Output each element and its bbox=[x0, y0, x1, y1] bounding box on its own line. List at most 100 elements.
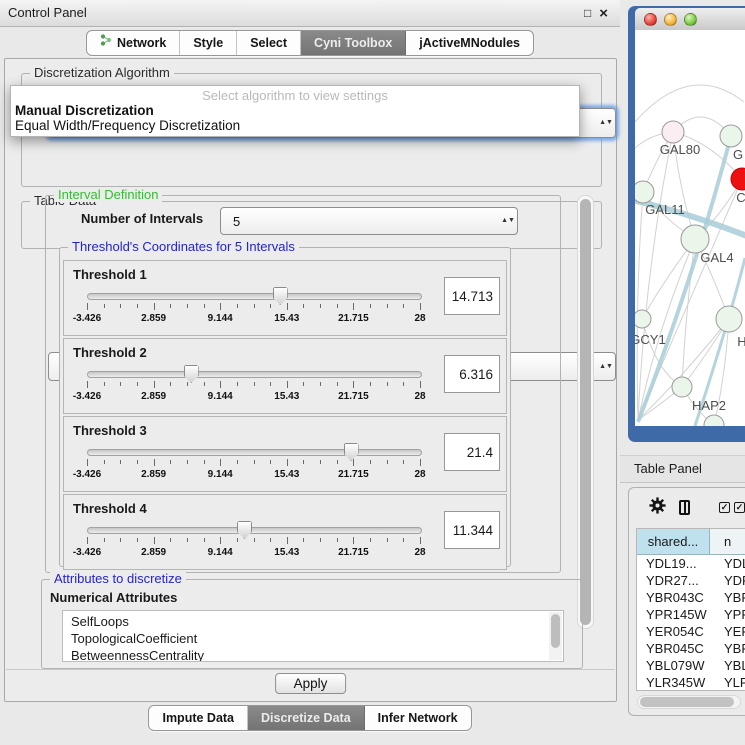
network-node[interactable] bbox=[635, 181, 654, 203]
slider-tick-labels: -3.4262.8599.14415.4321.71528 bbox=[87, 391, 420, 403]
combo-stepper-icon: ▲▼ bbox=[597, 120, 615, 126]
table-row[interactable]: YDR27...YDR2 bbox=[637, 572, 745, 589]
list-item[interactable]: BetweennessCentrality bbox=[71, 647, 563, 662]
divider bbox=[6, 669, 615, 670]
network-node-label: GAL11 bbox=[645, 202, 685, 217]
tab-cyni-toolbox[interactable]: Cyni Toolbox bbox=[301, 31, 406, 55]
threshold-slider[interactable]: -3.4262.8599.14415.4321.71528 bbox=[64, 495, 506, 569]
cyni-mode-tabs: Impute Data Discretize Data Infer Network bbox=[0, 705, 620, 731]
gear-icon[interactable] bbox=[649, 497, 666, 517]
list-item[interactable]: SelfLoops bbox=[71, 613, 563, 630]
cell-shared-name: YBL079W bbox=[637, 657, 710, 674]
number-of-intervals-select[interactable]: 5 ▲▼ bbox=[220, 207, 518, 235]
tab-jactivemnodules[interactable]: jActiveMNodules bbox=[406, 31, 533, 55]
algorithm-dropdown-prompt: Select algorithm to view settings bbox=[11, 86, 579, 103]
tab-network[interactable]: Network bbox=[87, 31, 180, 55]
network-node[interactable] bbox=[731, 168, 745, 190]
column-header-shared-name[interactable]: shared... bbox=[637, 529, 710, 554]
zoom-traffic-light-icon[interactable] bbox=[684, 13, 697, 26]
settings-vertical-scrollbar[interactable] bbox=[577, 195, 594, 629]
slider-ticks bbox=[87, 381, 420, 389]
algorithm-option-manual-discretization[interactable]: Manual Discretization bbox=[11, 103, 579, 118]
list-vertical-scrollbar[interactable] bbox=[549, 612, 562, 660]
table-panel-toolbar: ✓ ✓ bbox=[629, 488, 745, 526]
network-canvas[interactable]: GAL80GCGAL11GAL4GCY1HHAP2 bbox=[635, 30, 745, 426]
numerical-attributes-list[interactable]: SelfLoopsTopologicalCoefficientBetweenne… bbox=[62, 610, 564, 662]
cell-shared-name: YDR27... bbox=[637, 572, 710, 589]
slider-track[interactable] bbox=[87, 449, 422, 456]
list-item[interactable]: TopologicalCoefficient bbox=[71, 630, 563, 647]
scrollbar-thumb[interactable] bbox=[640, 697, 734, 707]
slider-ticks bbox=[87, 303, 420, 311]
table-row[interactable]: YBR045CYBR0 bbox=[637, 640, 745, 657]
table-horizontal-scrollbar[interactable] bbox=[637, 695, 741, 709]
tab-style[interactable]: Style bbox=[180, 31, 237, 55]
interval-definition-title: Interval Definition bbox=[54, 187, 162, 202]
close-traffic-light-icon[interactable] bbox=[644, 13, 657, 26]
control-panel-titlebar: Control Panel □ × bbox=[0, 0, 620, 27]
threshold-value-input[interactable]: 21.4 bbox=[444, 433, 500, 471]
node-attribute-table[interactable]: shared... n YDL19...YDL1YDR27...YDR2YBR0… bbox=[636, 528, 745, 691]
table-panel-title: Table Panel bbox=[634, 456, 702, 482]
network-node[interactable] bbox=[681, 225, 709, 253]
slider-track[interactable] bbox=[87, 371, 422, 378]
table-row[interactable]: YDL19...YDL1 bbox=[637, 555, 745, 572]
number-of-intervals-label: Number of Intervals bbox=[81, 211, 203, 226]
tab-discretize-data[interactable]: Discretize Data bbox=[248, 706, 365, 730]
table-row[interactable]: YLR345WYLR3 bbox=[637, 674, 745, 691]
minimize-traffic-light-icon[interactable] bbox=[664, 13, 677, 26]
apply-button[interactable]: Apply bbox=[275, 673, 347, 694]
checkbox-icon[interactable]: ✓ bbox=[734, 502, 745, 513]
attributes-group: Attributes to discretize Numerical Attri… bbox=[41, 579, 583, 669]
network-node[interactable] bbox=[720, 125, 742, 147]
network-node[interactable] bbox=[662, 121, 684, 143]
threshold-panel: Threshold 3 -3.4262.8599.14415.4321.7152… bbox=[63, 416, 507, 492]
split-view-icon[interactable] bbox=[679, 500, 690, 515]
threshold-slider[interactable]: -3.4262.8599.14415.4321.71528 bbox=[64, 339, 506, 413]
network-node-label: GAL80 bbox=[660, 142, 700, 157]
slider-track[interactable] bbox=[87, 527, 422, 534]
tab-impute-data[interactable]: Impute Data bbox=[149, 706, 248, 730]
threshold-value-input[interactable]: 6.316 bbox=[444, 355, 500, 393]
threshold-value-input[interactable]: 14.713 bbox=[444, 277, 500, 315]
threshold-panel: Threshold 4 -3.4262.8599.14415.4321.7152… bbox=[63, 494, 507, 570]
table-row[interactable]: YBR043CYBR0 bbox=[637, 589, 745, 606]
tab-label: Impute Data bbox=[162, 706, 234, 730]
table-panel: ✓ ✓ shared... n YDL19...YDL1YDR27...YDR2… bbox=[628, 487, 745, 716]
tab-label: Infer Network bbox=[378, 706, 458, 730]
checkbox-icon[interactable]: ✓ bbox=[719, 502, 730, 513]
threshold-slider[interactable]: -3.4262.8599.14415.4321.71528 bbox=[64, 417, 506, 491]
slider-ticks bbox=[87, 537, 420, 545]
slider-tick-labels: -3.4262.8599.14415.4321.71528 bbox=[87, 547, 420, 559]
float-window-icon[interactable]: □ bbox=[584, 6, 591, 20]
table-header-row: shared... n bbox=[637, 529, 745, 555]
table-panel-titlebar: Table Panel bbox=[620, 455, 745, 483]
tab-label: Cyni Toolbox bbox=[314, 31, 392, 55]
network-node[interactable] bbox=[704, 415, 724, 426]
cell-name: YBR0 bbox=[710, 589, 745, 606]
network-edge[interactable] bbox=[635, 85, 744, 122]
threshold-slider[interactable]: -3.4262.8599.14415.4321.71528 bbox=[64, 261, 506, 335]
tab-infer-network[interactable]: Infer Network bbox=[365, 706, 471, 730]
algorithm-option-equal-width-frequency-discretization[interactable]: Equal Width/Frequency Discretization bbox=[11, 118, 579, 133]
cell-name: YBL0 bbox=[710, 657, 745, 674]
number-of-intervals-value: 5 bbox=[221, 214, 499, 229]
slider-track[interactable] bbox=[87, 293, 422, 300]
network-node[interactable] bbox=[716, 306, 742, 332]
cell-name: YER0 bbox=[710, 623, 745, 640]
column-header-name[interactable]: n bbox=[710, 529, 745, 554]
table-row[interactable]: YBL079WYBL0 bbox=[637, 657, 745, 674]
tab-label: Style bbox=[193, 31, 223, 55]
scrollbar-thumb[interactable] bbox=[580, 199, 591, 625]
close-icon[interactable]: × bbox=[599, 5, 608, 22]
table-row[interactable]: YPR145WYPR1 bbox=[637, 606, 745, 623]
threshold-value-input[interactable]: 11.344 bbox=[444, 511, 500, 549]
scrollbar-thumb[interactable] bbox=[551, 614, 560, 648]
table-row[interactable]: YER054CYER0 bbox=[637, 623, 745, 640]
tab-select[interactable]: Select bbox=[237, 31, 301, 55]
network-node-label: G bbox=[733, 147, 743, 162]
network-node[interactable] bbox=[672, 377, 692, 397]
network-node[interactable] bbox=[635, 310, 651, 328]
slider-tick-labels: -3.4262.8599.14415.4321.71528 bbox=[87, 469, 420, 481]
cell-name: YDL1 bbox=[710, 555, 745, 572]
